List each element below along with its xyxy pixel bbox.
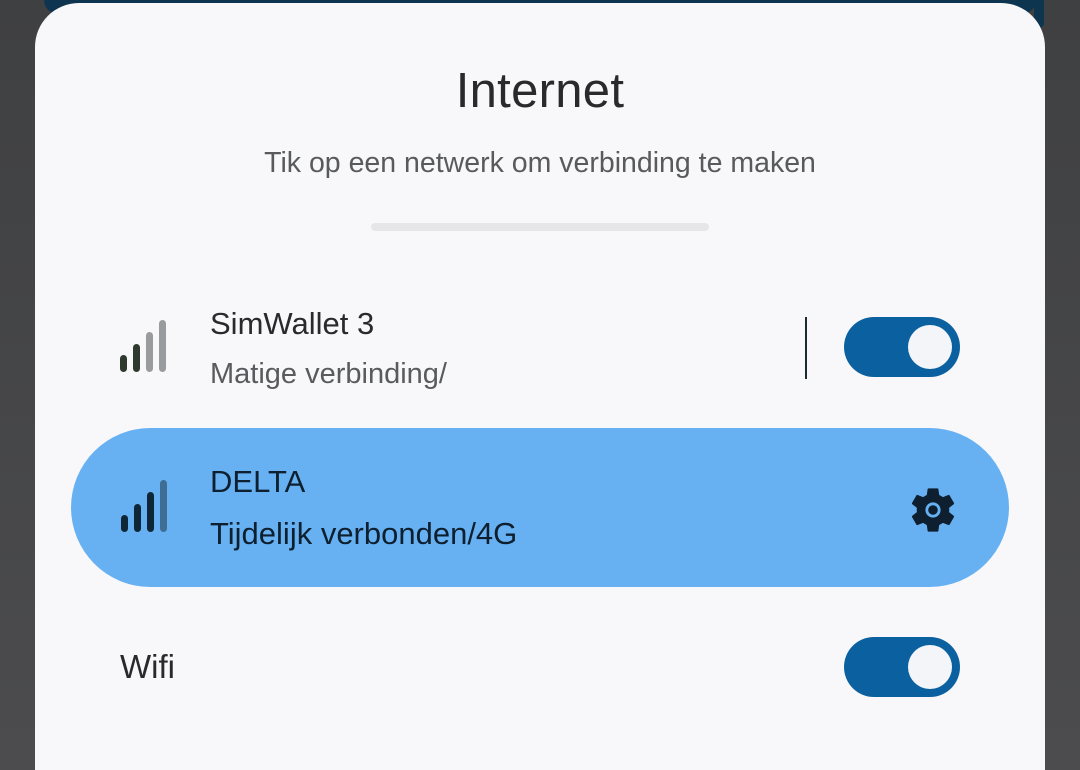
wifi-toggle[interactable] — [844, 637, 960, 697]
drag-handle-divider — [371, 223, 709, 231]
panel-title: Internet — [455, 64, 625, 118]
row-separator — [805, 317, 807, 379]
network-status: Tijdelijk verbonden/4G — [210, 516, 518, 551]
signal-bars-icon — [121, 480, 167, 532]
network-status: Matige verbinding/ — [210, 358, 447, 390]
panel-subtitle: Tik op een netwerk om verbinding te make… — [264, 147, 816, 179]
toggle-knob — [908, 325, 952, 369]
gear-icon[interactable] — [907, 484, 959, 536]
wifi-label: Wifi — [120, 648, 175, 685]
network-row-delta[interactable]: DELTA Tijdelijk verbonden/4G — [71, 428, 1009, 587]
simwallet-toggle[interactable] — [844, 317, 960, 377]
toggle-knob — [908, 645, 952, 689]
network-name: SimWallet 3 — [210, 306, 375, 341]
signal-bars-icon — [120, 320, 166, 372]
network-name: DELTA — [210, 464, 306, 499]
